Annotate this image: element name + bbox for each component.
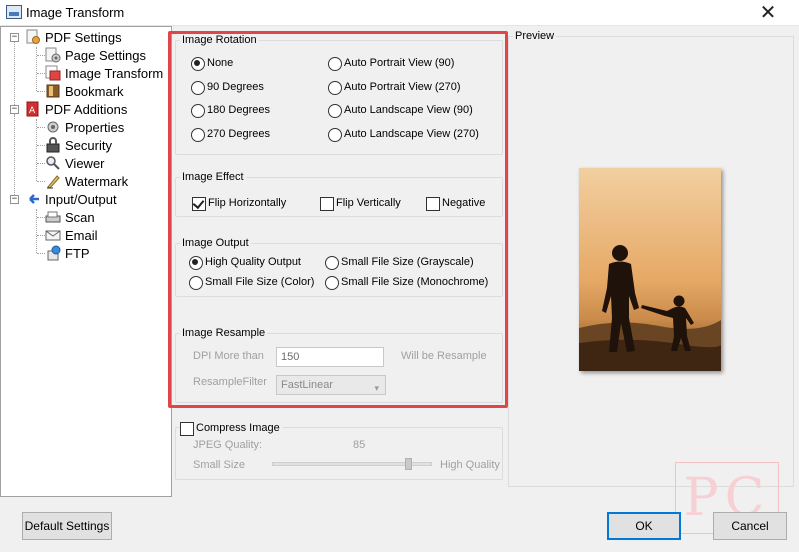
input-output-icon — [29, 194, 39, 204]
window-title: Image Transform — [26, 5, 125, 20]
rotation-90-radio[interactable]: 90 Degrees — [191, 79, 264, 95]
title-bar: Image Transform ✕ — [0, 0, 799, 26]
tree-item-watermark[interactable]: Watermark — [65, 173, 128, 191]
rotation-180-radio[interactable]: 180 Degrees — [191, 102, 270, 118]
tree-item-viewer[interactable]: Viewer — [65, 155, 105, 173]
tree-connector — [37, 91, 45, 92]
jpeg-quality-value: 85 — [353, 439, 366, 451]
small-size-label: Small Size — [193, 459, 245, 471]
tree-connector — [37, 163, 45, 164]
tree-connector — [37, 253, 45, 254]
rotation-none-radio[interactable]: None — [191, 55, 233, 71]
scan-icon — [45, 211, 61, 223]
image-rotation-label: Image Rotation — [180, 34, 259, 46]
email-icon — [45, 230, 61, 241]
pdf-settings-icon — [26, 29, 40, 44]
auto-portrait-270-radio[interactable]: Auto Portrait View (270) — [328, 79, 461, 95]
settings-tree: − PDF Settings Page Settings Image Trans… — [0, 26, 172, 497]
high-quality-label: High Quality — [440, 459, 500, 471]
tree-item-image-transform[interactable]: Image Transform — [65, 65, 164, 83]
ok-button[interactable]: OK — [607, 512, 681, 540]
security-icon — [46, 137, 60, 153]
close-icon[interactable]: ✕ — [748, 0, 788, 26]
tree-item-pdf-additions[interactable]: PDF Additions — [45, 101, 127, 119]
chevron-down-icon: ▾ — [374, 383, 379, 393]
auto-portrait-90-radio[interactable]: Auto Portrait View (90) — [328, 55, 454, 71]
resample-filter-value: FastLinear — [281, 379, 333, 391]
dpi-input[interactable]: 150 — [276, 347, 384, 367]
properties-icon — [47, 121, 59, 133]
tree-item-pdf-settings[interactable]: PDF Settings — [45, 29, 122, 47]
tree-item-email[interactable]: Email — [65, 227, 98, 245]
tree-connector — [37, 73, 45, 74]
flip-vertically-checkbox[interactable]: Flip Vertically — [320, 195, 401, 211]
small-size-grayscale-radio[interactable]: Small File Size (Grayscale) — [325, 254, 474, 270]
resample-filter-select[interactable]: FastLinear ▾ — [276, 375, 386, 395]
ftp-icon — [47, 245, 61, 261]
auto-landscape-90-radio[interactable]: Auto Landscape View (90) — [328, 102, 473, 118]
small-size-color-radio[interactable]: Small File Size (Color) — [189, 274, 314, 290]
compress-image-checkbox[interactable]: Compress Image — [180, 420, 283, 436]
preview-photo-sunset — [579, 168, 721, 371]
tree-item-bookmark[interactable]: Bookmark — [65, 83, 124, 101]
svg-text:A: A — [29, 106, 36, 116]
tree-connector — [36, 47, 37, 91]
collapse-input-output-icon[interactable]: − — [10, 195, 19, 204]
jpeg-quality-label: JPEG Quality: — [193, 439, 263, 451]
rotation-270-radio[interactable]: 270 Degrees — [191, 126, 270, 142]
tree-connector — [37, 217, 45, 218]
jpeg-quality-slider-thumb[interactable] — [404, 458, 412, 470]
tree-item-security[interactable]: Security — [65, 137, 112, 155]
will-be-resample-label: Will be Resample — [401, 350, 487, 362]
negative-checkbox[interactable]: Negative — [426, 195, 485, 211]
tree-connector — [36, 119, 37, 181]
bookmark-icon — [46, 84, 60, 98]
preview-image — [579, 168, 721, 371]
tree-item-input-output[interactable]: Input/Output — [45, 191, 117, 209]
default-settings-button[interactable]: Default Settings — [22, 512, 112, 540]
image-output-label: Image Output — [180, 237, 251, 249]
tree-connector — [37, 55, 45, 56]
flip-horizontally-checkbox[interactable]: Flip Horizontally — [192, 195, 286, 211]
watermark-icon — [47, 175, 60, 189]
tree-connector — [37, 127, 45, 128]
image-resample-label: Image Resample — [180, 327, 268, 339]
page-settings-icon — [45, 47, 61, 63]
viewer-icon — [46, 156, 60, 170]
auto-landscape-270-radio[interactable]: Auto Landscape View (270) — [328, 126, 479, 142]
resample-filter-label: ResampleFilter — [193, 376, 267, 388]
tree-item-ftp[interactable]: FTP — [65, 245, 90, 263]
tree-connector — [14, 115, 15, 199]
collapse-pdf-additions-icon[interactable]: − — [10, 105, 19, 114]
image-transform-icon — [45, 65, 61, 81]
image-effect-label: Image Effect — [180, 171, 246, 183]
preview-label: Preview — [513, 30, 557, 42]
high-quality-output-radio[interactable]: High Quality Output — [189, 254, 301, 270]
dpi-label: DPI More than — [193, 350, 264, 362]
tree-connector — [37, 145, 45, 146]
tree-item-scan[interactable]: Scan — [65, 209, 95, 227]
cancel-button[interactable]: Cancel — [713, 512, 787, 540]
tree-item-properties[interactable]: Properties — [65, 119, 124, 137]
app-icon — [6, 5, 22, 19]
tree-connector — [36, 209, 37, 253]
tree-connector — [37, 235, 45, 236]
tree-connector — [37, 181, 45, 182]
small-size-monochrome-radio[interactable]: Small File Size (Monochrome) — [325, 274, 488, 290]
collapse-pdf-settings-icon[interactable]: − — [10, 33, 19, 42]
pdf-additions-icon: A — [26, 101, 39, 117]
tree-item-page-settings[interactable]: Page Settings — [65, 47, 146, 65]
